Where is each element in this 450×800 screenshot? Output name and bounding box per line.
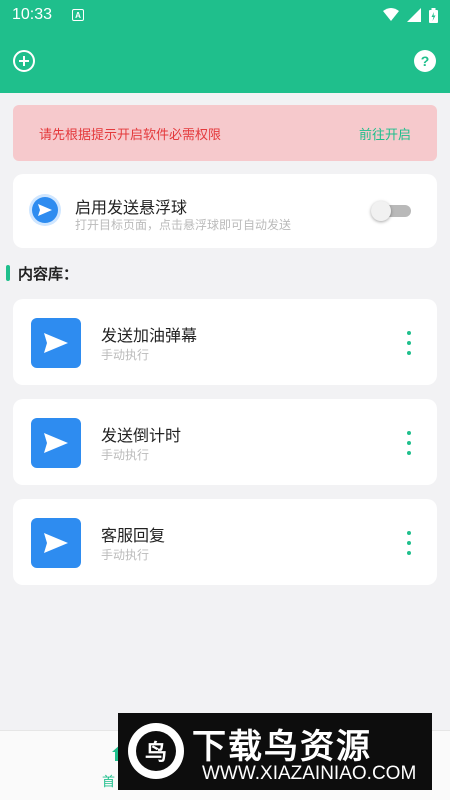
float-ball-title: 启用发送悬浮球 bbox=[75, 198, 188, 217]
alert-action-link[interactable]: 前往开启 bbox=[359, 124, 411, 143]
list-item[interactable]: 发送加油弹幕 手动执行 bbox=[13, 299, 437, 385]
send-icon bbox=[31, 518, 81, 568]
signal-icon bbox=[407, 8, 421, 22]
more-options-icon[interactable] bbox=[405, 331, 413, 355]
send-icon bbox=[31, 418, 81, 468]
watermark-title: 下载鸟资源 bbox=[192, 727, 372, 767]
float-ball-card: 启用发送悬浮球 打开目标页面，点击悬浮球即可自动发送 bbox=[13, 174, 437, 248]
item-name: 发送加油弹幕 bbox=[101, 326, 198, 345]
plus-icon bbox=[19, 56, 29, 66]
item-desc: 手动执行 bbox=[101, 448, 150, 462]
send-icon bbox=[38, 204, 52, 216]
notification-a-icon: A bbox=[72, 9, 85, 21]
watermark-banner: 鸟 下载鸟资源 WWW.XIAZAINIAO.COM bbox=[118, 713, 432, 790]
list-item[interactable]: 客服回复 手动执行 bbox=[13, 499, 437, 585]
help-button[interactable]: ? bbox=[414, 50, 436, 72]
watermark-logo: 鸟 bbox=[128, 723, 184, 779]
item-name: 发送倒计时 bbox=[101, 426, 182, 445]
list-item[interactable]: 发送倒计时 手动执行 bbox=[13, 399, 437, 485]
status-time: 10:33 bbox=[12, 6, 53, 23]
more-options-icon[interactable] bbox=[405, 531, 413, 555]
library-title: 内容库： bbox=[18, 264, 79, 283]
item-desc: 手动执行 bbox=[101, 348, 150, 362]
add-button[interactable] bbox=[13, 50, 35, 72]
float-ball-toggle[interactable] bbox=[371, 201, 411, 221]
item-name: 客服回复 bbox=[101, 526, 166, 545]
send-icon bbox=[31, 318, 81, 368]
wifi-icon bbox=[383, 8, 399, 21]
float-ball-icon bbox=[29, 194, 61, 226]
more-options-icon[interactable] bbox=[405, 431, 413, 455]
status-bar: 10:33 A bbox=[0, 0, 450, 30]
watermark-url: WWW.XIAZAINIAO.COM bbox=[202, 763, 417, 784]
toggle-thumb bbox=[371, 201, 391, 221]
permission-alert: 请先根据提示开启软件必需权限 前往开启 bbox=[13, 105, 437, 161]
item-desc: 手动执行 bbox=[101, 548, 150, 562]
battery-icon bbox=[429, 7, 438, 23]
library-section-title: 内容库： bbox=[6, 263, 78, 283]
alert-message: 请先根据提示开启软件必需权限 bbox=[39, 127, 222, 143]
float-ball-subtitle: 打开目标页面，点击悬浮球即可自动发送 bbox=[75, 218, 292, 232]
section-accent-bar bbox=[6, 265, 10, 281]
status-right-icons bbox=[383, 7, 438, 23]
app-bar: ? bbox=[0, 30, 450, 93]
